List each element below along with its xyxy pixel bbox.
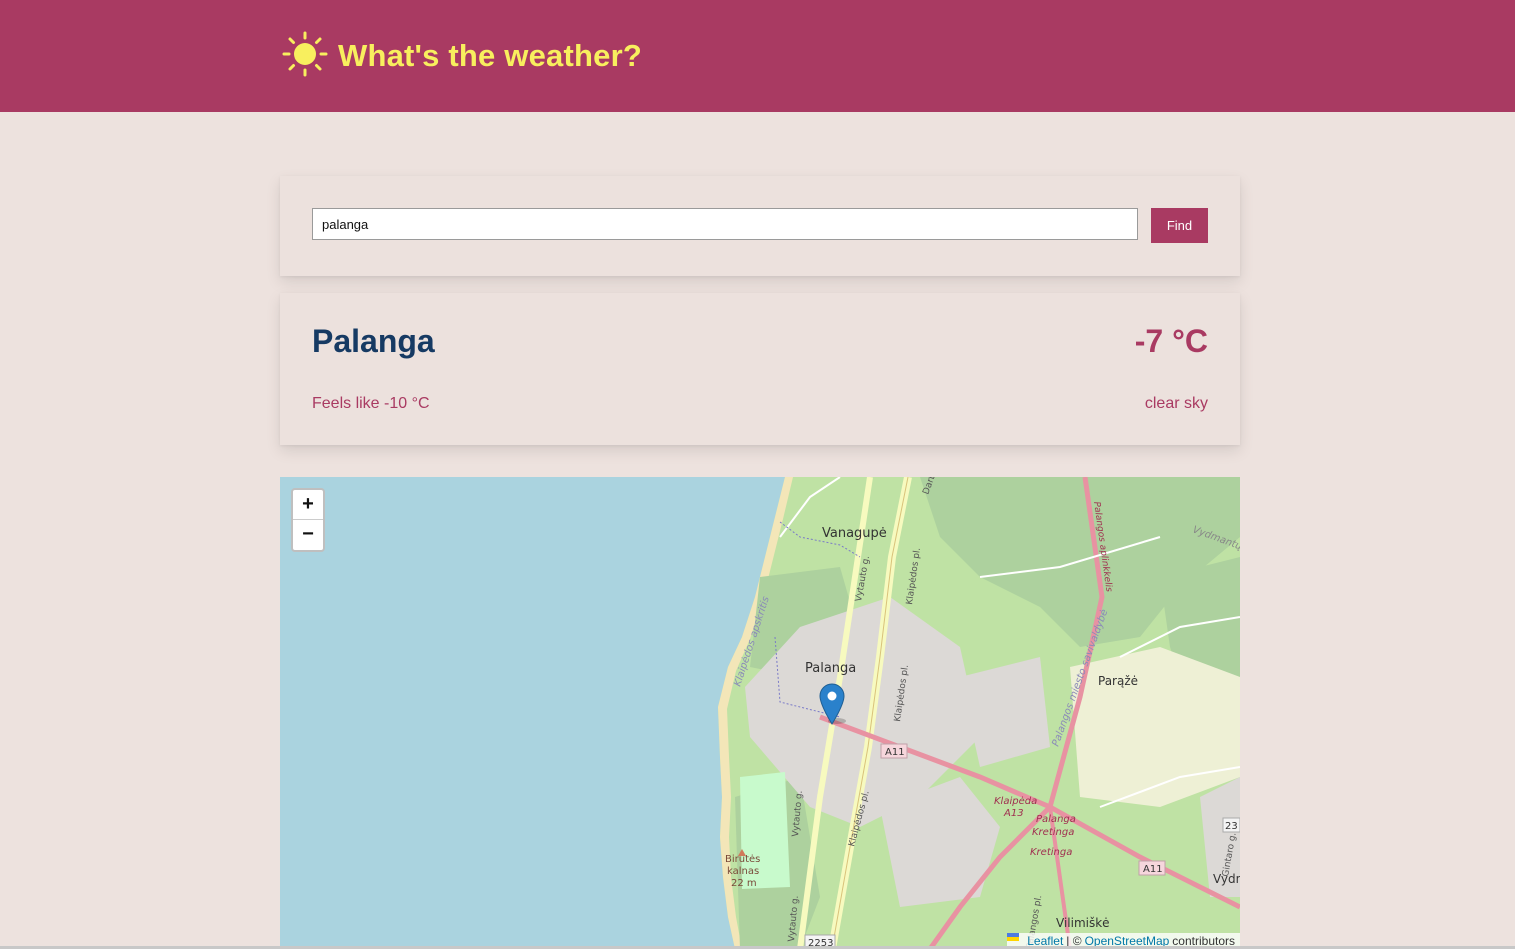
map-tiles[interactable]	[280, 477, 1240, 949]
map[interactable]: Vanagupė Palanga Parąžė Vilimiškė Birutė…	[280, 477, 1240, 949]
zoom-control: + −	[291, 488, 325, 552]
ukraine-flag-icon	[1007, 933, 1024, 945]
find-button[interactable]: Find	[1151, 208, 1208, 243]
weather-description: clear sky	[1144, 395, 1208, 412]
app-title: What's the weather?	[338, 38, 642, 73]
app-header: What's the weather?	[0, 0, 1515, 112]
brand: What's the weather?	[282, 31, 642, 82]
weather-card: Palanga -7 °C Feels like -10 °C clear sk…	[280, 293, 1240, 445]
city-name: Palanga	[312, 323, 435, 359]
city-search-input[interactable]	[312, 208, 1138, 240]
sun-icon	[282, 31, 328, 82]
zoom-in-button[interactable]: +	[293, 490, 323, 520]
search-card: Find	[280, 176, 1240, 276]
temperature: -7 °C	[1134, 323, 1208, 359]
location-marker-icon[interactable]	[819, 683, 847, 725]
feels-like: Feels like -10 °C	[312, 395, 430, 412]
zoom-out-button[interactable]: −	[293, 520, 323, 549]
